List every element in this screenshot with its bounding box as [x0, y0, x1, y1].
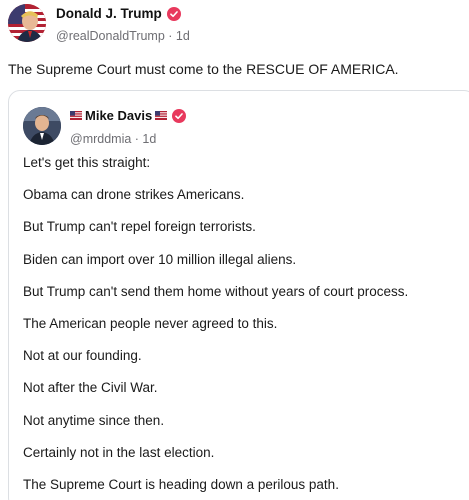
quoted-post-card[interactable]: Mike Davis @mrddmia · 1d Let's get this …	[8, 90, 469, 500]
quoted-text-line: Biden can import over 10 million illegal…	[23, 251, 297, 267]
author-handle-time: @realDonaldTrump · 1d	[56, 29, 190, 43]
author-name-row: Donald J. Trump	[56, 6, 181, 21]
quoted-text-line: Not after the Civil War.	[23, 380, 158, 396]
post-text: The Supreme Court must come to the RESCU…	[8, 61, 399, 77]
quoted-text-line: Not anytime since then.	[23, 412, 165, 428]
author-name[interactable]: Donald J. Trump	[56, 6, 162, 21]
quoted-author-handle-time: @mrddmia · 1d	[70, 132, 157, 146]
quoted-text-line: Not at our founding.	[23, 348, 142, 364]
verified-badge-icon	[172, 108, 187, 123]
quoted-text-line: The Supreme Court is heading down a peri…	[23, 476, 339, 492]
quoted-text-line: Certainly not in the last election.	[23, 444, 215, 460]
author-avatar[interactable]	[8, 4, 46, 42]
us-flag-icon	[70, 111, 82, 120]
quoted-post-text: Let's get this straight: Obama can drone…	[23, 154, 408, 500]
quoted-author-name-row: Mike Davis	[70, 108, 187, 123]
us-flag-icon	[155, 111, 168, 120]
verified-badge-icon	[166, 6, 181, 21]
quoted-text-line: Let's get this straight:	[23, 155, 151, 170]
quoted-author-name[interactable]: Mike Davis	[85, 108, 152, 123]
quoted-author-avatar[interactable]	[23, 107, 61, 145]
quoted-text-line: But Trump can't repel foreign terrorists…	[23, 219, 256, 235]
post: Donald J. Trump @realDonaldTrump · 1d Th…	[0, 0, 469, 500]
quoted-text-line: Obama can drone strikes Americans.	[23, 187, 245, 203]
quoted-text-line: The American people never agreed to this…	[23, 315, 278, 331]
quoted-text-line: But Trump can't send them home without y…	[23, 283, 409, 299]
